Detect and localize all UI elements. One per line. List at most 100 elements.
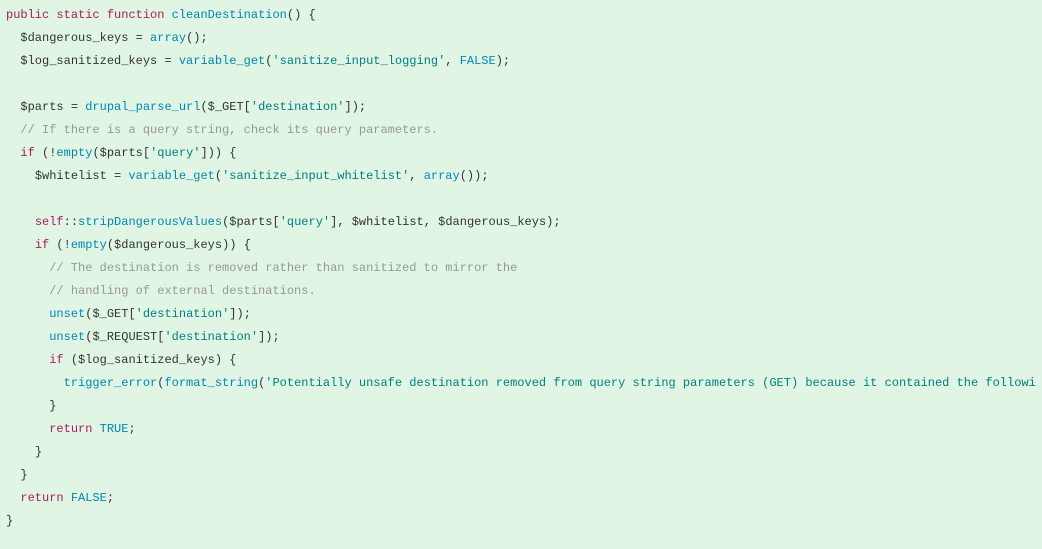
indent <box>6 123 20 137</box>
code-line: $whitelist = variable_get('sanitize_inpu… <box>6 165 1036 188</box>
code-line: trigger_error(format_string('Potentially… <box>6 372 1036 395</box>
paren-open: ( <box>56 238 63 252</box>
equals: = <box>136 31 143 45</box>
function-call: format_string <box>164 376 258 390</box>
brace-close: } <box>6 514 13 528</box>
semicolon: ; <box>107 491 114 505</box>
semicolon: ; <box>359 100 366 114</box>
variable: $parts <box>20 100 63 114</box>
comma: , <box>337 215 344 229</box>
builtin-unset: unset <box>49 307 85 321</box>
paren-close: ) <box>208 146 215 160</box>
keyword-self: self <box>35 215 64 229</box>
indent <box>6 399 49 413</box>
indent <box>6 215 35 229</box>
code-line: return TRUE; <box>6 418 1036 441</box>
code-line: $log_sanitized_keys = variable_get('sani… <box>6 50 1036 73</box>
comma: , <box>445 54 452 68</box>
code-line: self::stripDangerousValues($parts['query… <box>6 211 1036 234</box>
brace-open: { <box>244 238 251 252</box>
brace-close: } <box>20 468 27 482</box>
constant-false: FALSE <box>71 491 107 505</box>
code-line: // handling of external destinations. <box>6 280 1036 303</box>
code-block: public static function cleanDestination(… <box>6 4 1036 533</box>
builtin-unset: unset <box>49 330 85 344</box>
variable: $_GET <box>208 100 244 114</box>
variable: $dangerous_keys <box>114 238 222 252</box>
constant-false: FALSE <box>460 54 496 68</box>
string-literal: 'sanitize_input_whitelist' <box>222 169 409 183</box>
function-call: variable_get <box>128 169 214 183</box>
paren-close: ) <box>215 146 222 160</box>
brace-close: } <box>49 399 56 413</box>
indent <box>6 31 20 45</box>
paren-open: ( <box>107 238 114 252</box>
code-line: } <box>6 441 1036 464</box>
semicolon: ; <box>272 330 279 344</box>
indent <box>6 307 49 321</box>
bracket-open: [ <box>128 307 135 321</box>
brace-open: { <box>229 146 236 160</box>
code-line: public static function cleanDestination(… <box>6 4 1036 27</box>
equals: = <box>164 54 171 68</box>
keyword-if: if <box>20 146 34 160</box>
paren-open: ( <box>460 169 467 183</box>
code-line: } <box>6 395 1036 418</box>
semicolon: ; <box>244 307 251 321</box>
comment: // handling of external destinations. <box>49 284 315 298</box>
code-line: $dangerous_keys = array(); <box>6 27 1036 50</box>
brace-close: } <box>35 445 42 459</box>
double-colon: :: <box>64 215 78 229</box>
indent <box>6 422 49 436</box>
code-line: } <box>6 510 1036 533</box>
code-line: // If there is a query string, check its… <box>6 119 1036 142</box>
bracket-close: ] <box>345 100 352 114</box>
indent <box>6 330 49 344</box>
string-literal: 'Potentially unsafe destination removed … <box>265 376 1036 390</box>
paren-close: ) <box>352 100 359 114</box>
indent <box>6 238 35 252</box>
semicolon: ; <box>200 31 207 45</box>
indent <box>6 169 35 183</box>
string-literal: 'destination' <box>251 100 345 114</box>
equals: = <box>114 169 121 183</box>
empty-line <box>6 188 1036 211</box>
function-call: variable_get <box>179 54 265 68</box>
builtin-array: array <box>424 169 460 183</box>
paren-open: ( <box>71 353 78 367</box>
function-call: drupal_parse_url <box>85 100 200 114</box>
variable: $whitelist <box>352 215 424 229</box>
function-call: trigger_error <box>64 376 158 390</box>
variable: $dangerous_keys <box>20 31 128 45</box>
paren-close: ) <box>496 54 503 68</box>
keyword-if: if <box>49 353 63 367</box>
builtin-array: array <box>150 31 186 45</box>
string-literal: 'destination' <box>164 330 258 344</box>
bracket-open: [ <box>272 215 279 229</box>
semicolon: ; <box>553 215 560 229</box>
indent <box>6 376 64 390</box>
indent <box>6 100 20 114</box>
semicolon: ; <box>503 54 510 68</box>
string-literal: 'destination' <box>136 307 230 321</box>
paren-open: ( <box>287 8 294 22</box>
string-literal: 'query' <box>150 146 200 160</box>
keyword-static: static <box>56 8 99 22</box>
bracket-close: ] <box>200 146 207 160</box>
not-operator: ! <box>64 238 71 252</box>
indent <box>6 491 20 505</box>
indent <box>6 54 20 68</box>
string-literal: 'query' <box>280 215 330 229</box>
variable: $_GET <box>92 307 128 321</box>
indent <box>6 353 49 367</box>
variable: $parts <box>100 146 143 160</box>
string-literal: 'sanitize_input_logging' <box>272 54 445 68</box>
comment: // The destination is removed rather tha… <box>49 261 517 275</box>
indent <box>6 468 20 482</box>
variable: $parts <box>229 215 272 229</box>
keyword-return: return <box>49 422 92 436</box>
code-line: // The destination is removed rather tha… <box>6 257 1036 280</box>
keyword-if: if <box>35 238 49 252</box>
variable: $log_sanitized_keys <box>78 353 215 367</box>
code-line: $parts = drupal_parse_url($_GET['destina… <box>6 96 1036 119</box>
